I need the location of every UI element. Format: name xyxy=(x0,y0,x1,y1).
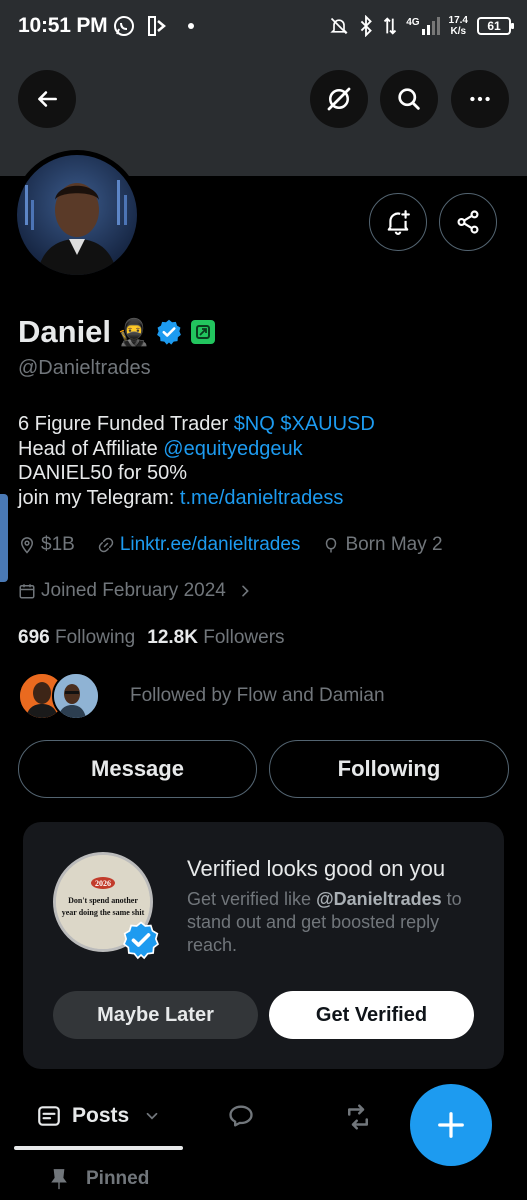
profile-handle: @Danieltrades xyxy=(18,357,151,379)
message-button[interactable]: Message xyxy=(18,740,257,798)
status-bar: 10:51 PM 4G 17.4 K/s 61 xyxy=(0,0,527,54)
promo-subtitle: Get verified like @Danieltrades to stand… xyxy=(187,889,462,955)
battery-indicator: 61 xyxy=(477,17,514,35)
profile-meta-row: $1B Linktr.ee/danieltrades Born May 2 xyxy=(18,534,465,556)
bio-telegram-link[interactable]: t.me/danieltradess xyxy=(180,487,343,509)
notify-button[interactable] xyxy=(369,193,427,251)
whatsapp-icon xyxy=(114,16,134,36)
profile-name-row: Daniel 🥷 xyxy=(18,314,216,350)
followers-count-link[interactable]: 12.8K Followers xyxy=(147,627,284,649)
followed-by-row[interactable]: Followed by Flow and Damian xyxy=(18,672,385,720)
arrow-left-icon xyxy=(38,91,57,107)
following-button[interactable]: Following xyxy=(269,740,509,798)
pinned-label-row: Pinned xyxy=(50,1168,149,1190)
pin-icon xyxy=(51,1169,67,1190)
ninja-emoji: 🥷 xyxy=(117,316,150,347)
bell-off-icon xyxy=(330,17,348,35)
joined-row[interactable]: Joined February 2024 xyxy=(18,580,275,602)
calendar-icon xyxy=(19,584,35,599)
profile-name: Daniel xyxy=(18,314,112,349)
verified-promo-card: 2026 Don't spend another year doing the … xyxy=(23,822,504,1069)
more-horizontal-icon xyxy=(470,96,490,102)
bell-plus-icon xyxy=(387,210,410,235)
bluetooth-icon xyxy=(360,15,373,37)
share-button[interactable] xyxy=(439,193,497,251)
search-icon xyxy=(398,88,420,110)
tab-reposts[interactable] xyxy=(343,1102,373,1132)
profile-birthday: Born May 2 xyxy=(345,534,443,555)
profile-location: $1B xyxy=(41,534,75,555)
verified-badge-icon[interactable] xyxy=(155,318,183,346)
follower-avatar xyxy=(52,672,100,720)
avatar-image xyxy=(17,155,137,275)
link-icon xyxy=(98,537,114,553)
active-tab-indicator xyxy=(14,1146,183,1150)
tab-posts[interactable]: Posts xyxy=(36,1103,161,1129)
svg-text:year doing the same shit: year doing the same shit xyxy=(62,908,145,917)
tab-replies[interactable] xyxy=(227,1102,255,1130)
back-button[interactable] xyxy=(18,70,76,128)
posts-icon xyxy=(38,1106,60,1126)
notification-dot xyxy=(188,23,194,29)
status-time: 10:51 PM xyxy=(18,14,108,37)
signal-icon: 4G xyxy=(406,17,440,35)
profile-website-link[interactable]: Linktr.ee/danieltrades xyxy=(120,534,301,556)
promo-title: Verified looks good on you xyxy=(187,856,446,881)
get-verified-button[interactable]: Get Verified xyxy=(269,991,474,1039)
follow-counts: 696 Following 12.8K Followers xyxy=(18,627,285,649)
chevron-down-icon xyxy=(146,1112,158,1120)
more-button[interactable] xyxy=(451,70,509,128)
search-button[interactable] xyxy=(380,70,438,128)
following-count-link[interactable]: 696 Following xyxy=(18,627,135,649)
svg-text:Don't spend another: Don't spend another xyxy=(68,896,138,905)
chevron-right-icon xyxy=(242,585,249,597)
plus-icon xyxy=(438,1112,464,1138)
share-icon xyxy=(457,210,479,234)
data-transfer-icon xyxy=(384,17,397,35)
followed-by-text: Followed by Flow and Damian xyxy=(130,685,385,706)
bio-cashtags-link[interactable]: $NQ $XAUUSD xyxy=(234,413,375,435)
mail-app-icon xyxy=(148,16,166,36)
maybe-later-button[interactable]: Maybe Later xyxy=(53,991,258,1039)
profile-avatar[interactable] xyxy=(12,150,142,280)
bio-mention-link[interactable]: @equityedgeuk xyxy=(163,438,302,460)
affiliate-badge-icon[interactable] xyxy=(191,320,216,344)
profile-bio: 6 Figure Funded Trader $NQ $XAUUSD Head … xyxy=(18,413,375,509)
balloon-icon xyxy=(326,537,337,553)
location-pin-icon xyxy=(20,537,34,554)
grok-button[interactable] xyxy=(310,70,368,128)
verified-badge-icon xyxy=(122,921,160,960)
profile-joined: Joined February 2024 xyxy=(41,580,226,601)
edge-handle[interactable] xyxy=(0,494,8,582)
svg-text:2026: 2026 xyxy=(95,879,111,888)
grok-slash-icon xyxy=(327,87,351,111)
compose-button[interactable] xyxy=(410,1084,492,1166)
network-speed: 17.4 K/s xyxy=(448,15,468,37)
